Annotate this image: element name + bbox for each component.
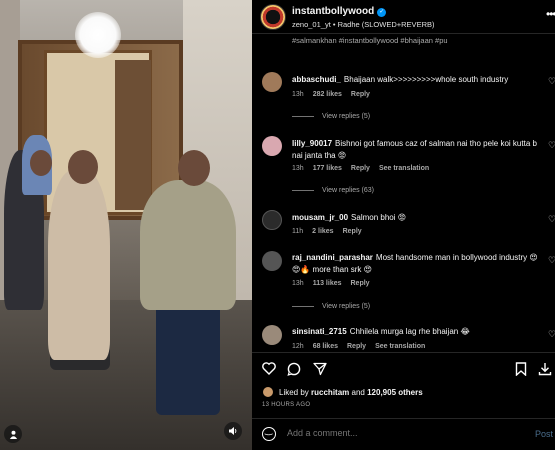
liker-avatar (262, 386, 274, 398)
comment-username[interactable]: raj_nandini_parashar (292, 253, 373, 262)
post-comment-button[interactable]: Post (535, 429, 553, 439)
mute-icon[interactable] (224, 422, 242, 440)
see-translation-button[interactable]: See translation (379, 165, 429, 172)
comment-reply-button[interactable]: Reply (343, 228, 362, 235)
emoji-icon[interactable] (262, 425, 276, 441)
comment-meta: 13h 282 likes Reply (292, 91, 379, 98)
comment-time: 13h (292, 91, 304, 98)
view-replies-button[interactable]: View replies (5) (292, 303, 370, 310)
comment-body: mousam_jr_00 Salmon bhoi 😡 (292, 212, 542, 224)
heart-icon[interactable] (262, 362, 276, 378)
video-person-bodyguard (140, 180, 236, 310)
instagram-post-view: instantbollywood ✓ zeno_01_yt • Radhe (SL… (0, 0, 555, 450)
account-avatar[interactable] (260, 4, 286, 30)
comment-likes[interactable]: 113 likes (313, 280, 342, 287)
comment-avatar[interactable] (262, 136, 282, 156)
comment-time: 13h (292, 280, 304, 287)
post-actions-bar (252, 352, 555, 384)
likes-summary[interactable]: Liked by rucchitam and 120,905 others (262, 386, 423, 398)
post-video[interactable] (0, 0, 252, 450)
see-translation-button[interactable]: See translation (375, 343, 425, 350)
view-replies-button[interactable]: View replies (5) (292, 113, 370, 120)
share-icon[interactable] (313, 362, 327, 379)
comment-avatar[interactable] (262, 210, 282, 230)
heart-icon[interactable]: ♡ (548, 76, 555, 87)
account-name-row: instantbollywood ✓ (292, 6, 387, 17)
user-tag-icon[interactable] (4, 425, 22, 443)
comment-likes[interactable]: 2 likes (312, 228, 333, 235)
comment-meta: 13h 113 likes Reply (292, 280, 379, 287)
video-lamp (75, 12, 121, 58)
comment-text: Chhilela murga lag rhe bhaijan 😂 (349, 327, 470, 336)
more-options-icon[interactable]: ••• (546, 7, 555, 21)
likes-connector: and (351, 387, 365, 397)
heart-icon[interactable]: ♡ (548, 329, 555, 340)
comment-text: Salmon bhoi 😡 (351, 213, 407, 222)
heart-icon[interactable]: ♡ (548, 140, 555, 151)
comment-username[interactable]: sinsinati_2715 (292, 327, 347, 336)
comment-likes[interactable]: 177 likes (313, 165, 342, 172)
comment-meta: 12h 68 likes Reply See translation (292, 343, 434, 350)
comment-body: lilly_90017 Bishnoi got famous caz of sal… (292, 138, 542, 162)
bookmark-icon[interactable] (515, 362, 527, 379)
comment-icon[interactable] (287, 362, 301, 379)
comment-likes[interactable]: 282 likes (313, 91, 342, 98)
comment-time: 11h (292, 228, 304, 235)
comment-username[interactable]: lilly_90017 (292, 139, 332, 148)
video-head-bodyguard (178, 150, 210, 186)
comment-avatar[interactable] (262, 325, 282, 345)
view-replies-button[interactable]: View replies (63) (292, 187, 374, 194)
comment-meta: 13h 177 likes Reply See translation (292, 165, 438, 172)
post-side-panel: instantbollywood ✓ zeno_01_yt • Radhe (SL… (252, 0, 555, 450)
account-name[interactable]: instantbollywood (292, 6, 374, 17)
comment-meta: 11h 2 likes Reply (292, 228, 371, 235)
post-header: instantbollywood ✓ zeno_01_yt • Radhe (SL… (252, 0, 555, 34)
verified-badge-icon: ✓ (377, 8, 387, 17)
video-door-panel (115, 60, 151, 210)
comment-reply-button[interactable]: Reply (351, 91, 370, 98)
likes-count[interactable]: 120,905 others (367, 388, 423, 397)
comment-body: sinsinati_2715 Chhilela murga lag rhe bha… (292, 326, 542, 338)
audio-subline[interactable]: zeno_01_yt • Radhe (SLOWED+REVERB) (292, 20, 434, 29)
heart-icon[interactable]: ♡ (548, 255, 555, 266)
post-timestamp[interactable]: 13 HOURS AGO (262, 402, 310, 408)
comment-reply-button[interactable]: Reply (347, 343, 366, 350)
comment-time: 12h (292, 343, 304, 350)
video-person-main (48, 170, 110, 360)
comment-time: 13h (292, 165, 304, 172)
video-head-background (30, 150, 52, 176)
comment-reply-button[interactable]: Reply (351, 165, 370, 172)
add-comment-bar: Post (252, 418, 555, 450)
comment-body: raj_nandini_parashar Most handsome man in… (292, 252, 542, 276)
comment-avatar[interactable] (262, 72, 282, 92)
comment-username[interactable]: mousam_jr_00 (292, 213, 348, 222)
comments-list[interactable]: #salmankhan #instantbollywood #bhaijaan … (252, 35, 555, 350)
liker-username[interactable]: rucchitam (311, 388, 349, 397)
comment-username[interactable]: abbaschudi_ (292, 75, 341, 84)
likes-prefix: Liked by (279, 387, 309, 397)
comment-input[interactable] (287, 428, 517, 438)
comment-body: abbaschudi_ Bhaijaan walk>>>>>>>>>whole s… (292, 74, 542, 86)
comment-text: Bhaijaan walk>>>>>>>>>whole south indust… (343, 75, 509, 84)
heart-icon[interactable]: ♡ (548, 214, 555, 225)
comment-avatar[interactable] (262, 251, 282, 271)
download-icon[interactable] (538, 362, 552, 379)
comment-reply-button[interactable]: Reply (351, 280, 370, 287)
video-head-main (68, 150, 98, 184)
caption-hashtags: #salmankhan #instantbollywood #bhaijaan … (292, 36, 448, 45)
comment-likes[interactable]: 68 likes (313, 343, 338, 350)
